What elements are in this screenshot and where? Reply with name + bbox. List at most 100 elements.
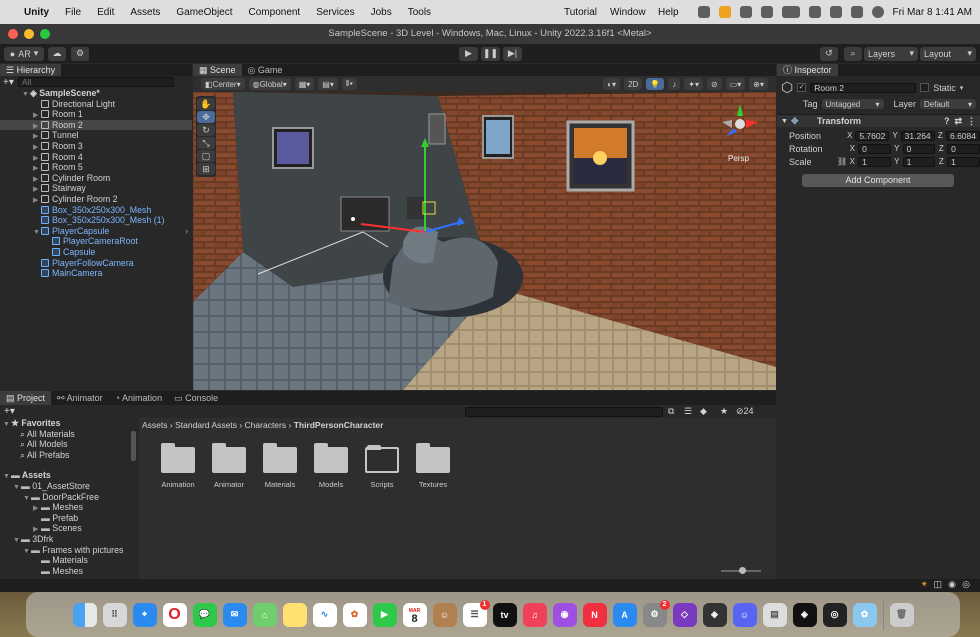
project-tree-item[interactable]: ▬ Prefab bbox=[0, 513, 138, 524]
breadcrumb-item[interactable]: ThirdPersonCharacter bbox=[294, 420, 384, 430]
messages-icon[interactable]: 💬 bbox=[192, 602, 217, 627]
help-icon[interactable]: ? bbox=[944, 116, 950, 126]
tab-animator[interactable]: ⚯ Animator bbox=[51, 391, 109, 405]
static-checkbox[interactable] bbox=[920, 83, 930, 92]
menu-assets[interactable]: Assets bbox=[122, 7, 168, 18]
add-icon[interactable]: +▾ bbox=[3, 77, 14, 88]
transform-header[interactable]: ▼ ✥ Transform ? ⇄ ⋮ bbox=[777, 114, 980, 127]
axis-z-label[interactable]: Z bbox=[937, 131, 944, 140]
menu-tutorial[interactable]: Tutorial bbox=[556, 7, 605, 18]
camera-icon[interactable]: ▭▾ bbox=[725, 78, 746, 90]
breadcrumb-item[interactable]: Standard Assets bbox=[175, 420, 237, 430]
visibility-icon[interactable]: ⊘ bbox=[707, 78, 722, 90]
audio-icon[interactable]: ♪ bbox=[668, 78, 681, 90]
hierarchy-item[interactable]: ▶ Cylinder Room bbox=[0, 173, 192, 184]
axis-y-label[interactable]: Y bbox=[893, 144, 901, 153]
menu-gameobject[interactable]: GameObject bbox=[168, 7, 240, 18]
settings-icon[interactable]: ⚙ bbox=[71, 46, 89, 61]
hand-tool-icon[interactable]: ✋ bbox=[197, 98, 215, 110]
menu-component[interactable]: Component bbox=[241, 7, 309, 18]
news-icon[interactable]: N bbox=[582, 602, 607, 627]
appletv-icon[interactable]: tv bbox=[492, 602, 517, 627]
pivot-dropdown[interactable]: ◧ Center ▾ bbox=[201, 78, 245, 90]
search-icon[interactable] bbox=[850, 6, 863, 18]
position-z-field[interactable]: 6.6084 bbox=[945, 130, 980, 141]
reminders-icon[interactable]: ☰ 1 bbox=[462, 599, 490, 627]
increment-snap-icon[interactable]: ⫴▾ bbox=[341, 78, 358, 90]
app-store-icon[interactable]: A bbox=[612, 602, 637, 627]
project-folder[interactable]: Textures bbox=[408, 443, 458, 489]
finder-icon[interactable] bbox=[72, 602, 97, 627]
project-tree-item[interactable]: ▼▬ Frames with pictures bbox=[0, 545, 138, 556]
step-button[interactable]: ▶| bbox=[503, 46, 522, 61]
breadcrumb-item[interactable]: Characters bbox=[245, 420, 287, 430]
axis-x-label[interactable]: X bbox=[848, 157, 856, 166]
maps-icon[interactable]: ⌂ bbox=[252, 602, 277, 627]
hierarchy-item[interactable]: Capsule bbox=[0, 247, 192, 258]
zoom-button[interactable] bbox=[40, 29, 50, 39]
snap-icon[interactable]: ▤▾ bbox=[318, 78, 338, 90]
wifi-icon[interactable] bbox=[808, 6, 821, 18]
rotation-x-field[interactable]: 0 bbox=[858, 143, 891, 154]
prefab-chevron-icon[interactable]: › bbox=[185, 226, 188, 237]
scale-y-field[interactable]: 1 bbox=[902, 156, 936, 167]
search-icon[interactable]: ⌕ bbox=[844, 46, 862, 61]
freeform-icon[interactable]: ∿ bbox=[312, 602, 337, 627]
axis-z-label[interactable]: Z bbox=[937, 157, 945, 166]
position-y-field[interactable]: 31.264 bbox=[900, 130, 935, 141]
favorite-item[interactable]: ⌕ All Materials bbox=[0, 429, 138, 440]
constrain-proportions-icon[interactable]: ⛓ bbox=[837, 157, 847, 166]
layers-dropdown[interactable]: Layers ▾ bbox=[864, 46, 918, 61]
obs-icon[interactable]: ◎ bbox=[822, 602, 847, 627]
hierarchy-item[interactable]: ▶ Stairway bbox=[0, 183, 192, 194]
pause-button[interactable]: ❚❚ bbox=[481, 46, 500, 61]
status-icon[interactable] bbox=[697, 6, 710, 18]
menu-edit[interactable]: Edit bbox=[89, 7, 122, 18]
project-tree-item[interactable]: ▼▬ Assets bbox=[0, 470, 138, 481]
tab-animation[interactable]: ◔ Animation bbox=[109, 391, 168, 405]
project-tree-item[interactable]: ▼▬ 3Dfrk bbox=[0, 534, 138, 545]
opera-icon[interactable]: O bbox=[162, 602, 187, 627]
menu-tools[interactable]: Tools bbox=[400, 7, 439, 18]
effects-icon[interactable]: ✦▾ bbox=[684, 78, 703, 90]
zoom-slider[interactable] bbox=[721, 567, 761, 574]
clock[interactable]: Fri Mar 8 1:41 AM bbox=[893, 7, 972, 18]
project-folder[interactable]: Models bbox=[306, 443, 356, 489]
hierarchy-item[interactable]: ▶ Room 3 bbox=[0, 141, 192, 152]
status-icon[interactable] bbox=[739, 6, 752, 18]
favorite-item[interactable]: ⌕ All Models bbox=[0, 439, 138, 450]
project-folder[interactable]: Scripts bbox=[357, 445, 407, 489]
add-asset-icon[interactable]: +▾ bbox=[4, 406, 15, 417]
scale-z-field[interactable]: 1 bbox=[947, 156, 980, 167]
orientation-gizmo[interactable] bbox=[718, 102, 762, 146]
axis-x-label[interactable]: X bbox=[846, 131, 853, 140]
app-menu[interactable]: Unity bbox=[16, 7, 57, 18]
scale-tool-icon[interactable]: ⤡ bbox=[197, 137, 215, 149]
more-icon[interactable]: ⋮ bbox=[967, 116, 976, 127]
axis-z-label[interactable]: Z bbox=[937, 144, 945, 153]
close-button[interactable] bbox=[8, 29, 18, 39]
hierarchy-item[interactable]: ▶ Room 2 bbox=[0, 119, 192, 131]
project-scrollbar[interactable] bbox=[131, 431, 136, 461]
axis-y-label[interactable]: Y bbox=[893, 157, 901, 166]
tag-dropdown[interactable]: Untagged ▾ bbox=[821, 99, 884, 109]
project-tree-item[interactable]: ▶ ▬ Meshes bbox=[0, 502, 138, 513]
podcasts-icon[interactable]: ◉ bbox=[552, 602, 577, 627]
tab-hierarchy[interactable]: ☰ Hierarchy bbox=[0, 64, 62, 76]
preview-icon[interactable]: ▤ bbox=[762, 602, 787, 627]
persp-label[interactable]: Persp bbox=[728, 154, 749, 163]
control-center-icon[interactable] bbox=[829, 6, 842, 18]
mail-icon[interactable]: ✉ bbox=[222, 602, 247, 627]
unity-hub-icon[interactable]: ◈ bbox=[702, 602, 727, 627]
notes-icon[interactable] bbox=[282, 602, 307, 627]
add-component-button[interactable]: Add Component bbox=[802, 174, 954, 187]
play-icon[interactable] bbox=[760, 6, 773, 18]
grid-snap-icon[interactable]: ▦▾ bbox=[294, 78, 315, 90]
status-icon[interactable]: ◫ bbox=[933, 579, 942, 590]
safari-icon[interactable]: ⌖ bbox=[132, 602, 157, 627]
battery-icon[interactable] bbox=[781, 6, 800, 18]
project-folder[interactable]: Animation bbox=[153, 443, 203, 489]
axis-x-label[interactable]: X bbox=[848, 144, 856, 153]
rotate-tool-icon[interactable]: ↻ bbox=[197, 124, 215, 136]
microphone-icon[interactable] bbox=[718, 6, 731, 18]
